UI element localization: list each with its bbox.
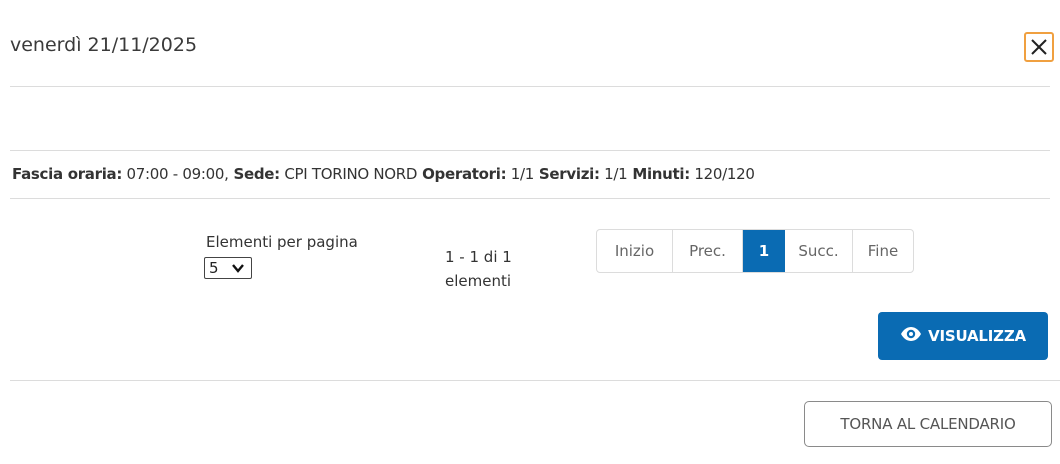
per-page-select[interactable]: 5 [204, 257, 252, 279]
page-last-button[interactable]: Fine [853, 230, 913, 272]
modal-title: venerdì 21/11/2025 [10, 34, 198, 56]
eye-icon [900, 326, 928, 346]
page-next-button[interactable]: Succ. [785, 230, 853, 272]
minuti-value: 120/120 [689, 165, 755, 183]
close-icon [1029, 37, 1049, 57]
operatori-value: 1/1 [506, 165, 535, 183]
pagination: Inizio Prec. 1 Succ. Fine [596, 229, 914, 273]
header-divider [10, 86, 1050, 87]
footer-divider [10, 380, 1060, 381]
results-count-line2: elementi [445, 272, 512, 290]
fascia-label: Fascia oraria: [12, 165, 123, 183]
per-page-label: Elementi per pagina [206, 233, 358, 251]
operatori-label: Operatori: [417, 165, 507, 183]
servizi-label: Servizi: [534, 165, 600, 183]
slot-info: Fascia oraria: 07:00 - 09:00, Sede: CPI … [12, 165, 755, 183]
back-to-calendar-button[interactable]: TORNA AL CALENDARIO [804, 401, 1052, 447]
per-page-value: 5 [209, 259, 219, 277]
page-first-button[interactable]: Inizio [597, 230, 673, 272]
results-count-line1: 1 - 1 di 1 [445, 248, 512, 266]
info-top-divider [10, 150, 1050, 151]
close-button[interactable] [1024, 32, 1054, 62]
chevron-down-icon [231, 261, 245, 279]
sede-label: Sede: [228, 165, 280, 183]
page-prev-button[interactable]: Prec. [673, 230, 743, 272]
page-current-button[interactable]: 1 [743, 230, 785, 272]
sede-value: CPI TORINO NORD [279, 165, 418, 183]
appointment-modal: venerdì 21/11/2025 Fascia oraria: 07:00 … [0, 0, 1060, 464]
minuti-label: Minuti: [627, 165, 690, 183]
view-button[interactable]: VISUALIZZA [878, 312, 1048, 360]
view-button-label: VISUALIZZA [928, 327, 1026, 345]
servizi-value: 1/1 [599, 165, 628, 183]
info-bottom-divider [10, 198, 1050, 199]
results-count: 1 - 1 di 1 elementi [445, 245, 512, 293]
fascia-value: 07:00 - 09:00, [122, 165, 229, 183]
